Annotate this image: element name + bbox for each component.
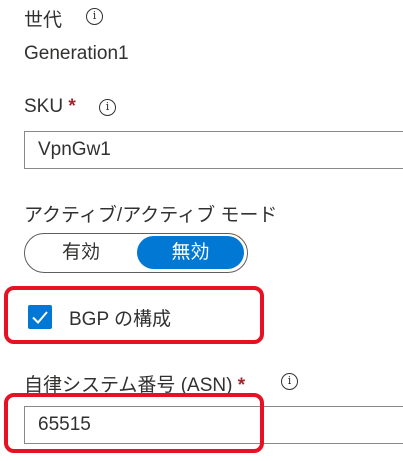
checkmark-icon <box>32 311 48 324</box>
asn-highlight-box <box>4 393 264 453</box>
sku-label: SKU * <box>24 96 76 117</box>
active-active-label: アクティブ/アクティブ モード <box>24 205 278 226</box>
info-icon[interactable]: i <box>86 8 103 25</box>
generation-value: Generation1 <box>24 43 129 64</box>
sku-select[interactable]: VpnGw1 <box>24 131 403 169</box>
active-active-toggle[interactable]: 有効 無効 <box>24 233 248 273</box>
bgp-label: BGP の構成 <box>69 309 172 330</box>
required-asterisk: * <box>68 96 76 117</box>
toggle-option-enabled[interactable]: 有効 <box>27 236 135 269</box>
toggle-option-disabled[interactable]: 無効 <box>137 236 244 269</box>
bgp-checkbox[interactable] <box>28 305 52 329</box>
info-icon[interactable]: i <box>281 373 298 390</box>
info-icon[interactable]: i <box>99 99 116 116</box>
generation-label: 世代 <box>24 10 63 31</box>
